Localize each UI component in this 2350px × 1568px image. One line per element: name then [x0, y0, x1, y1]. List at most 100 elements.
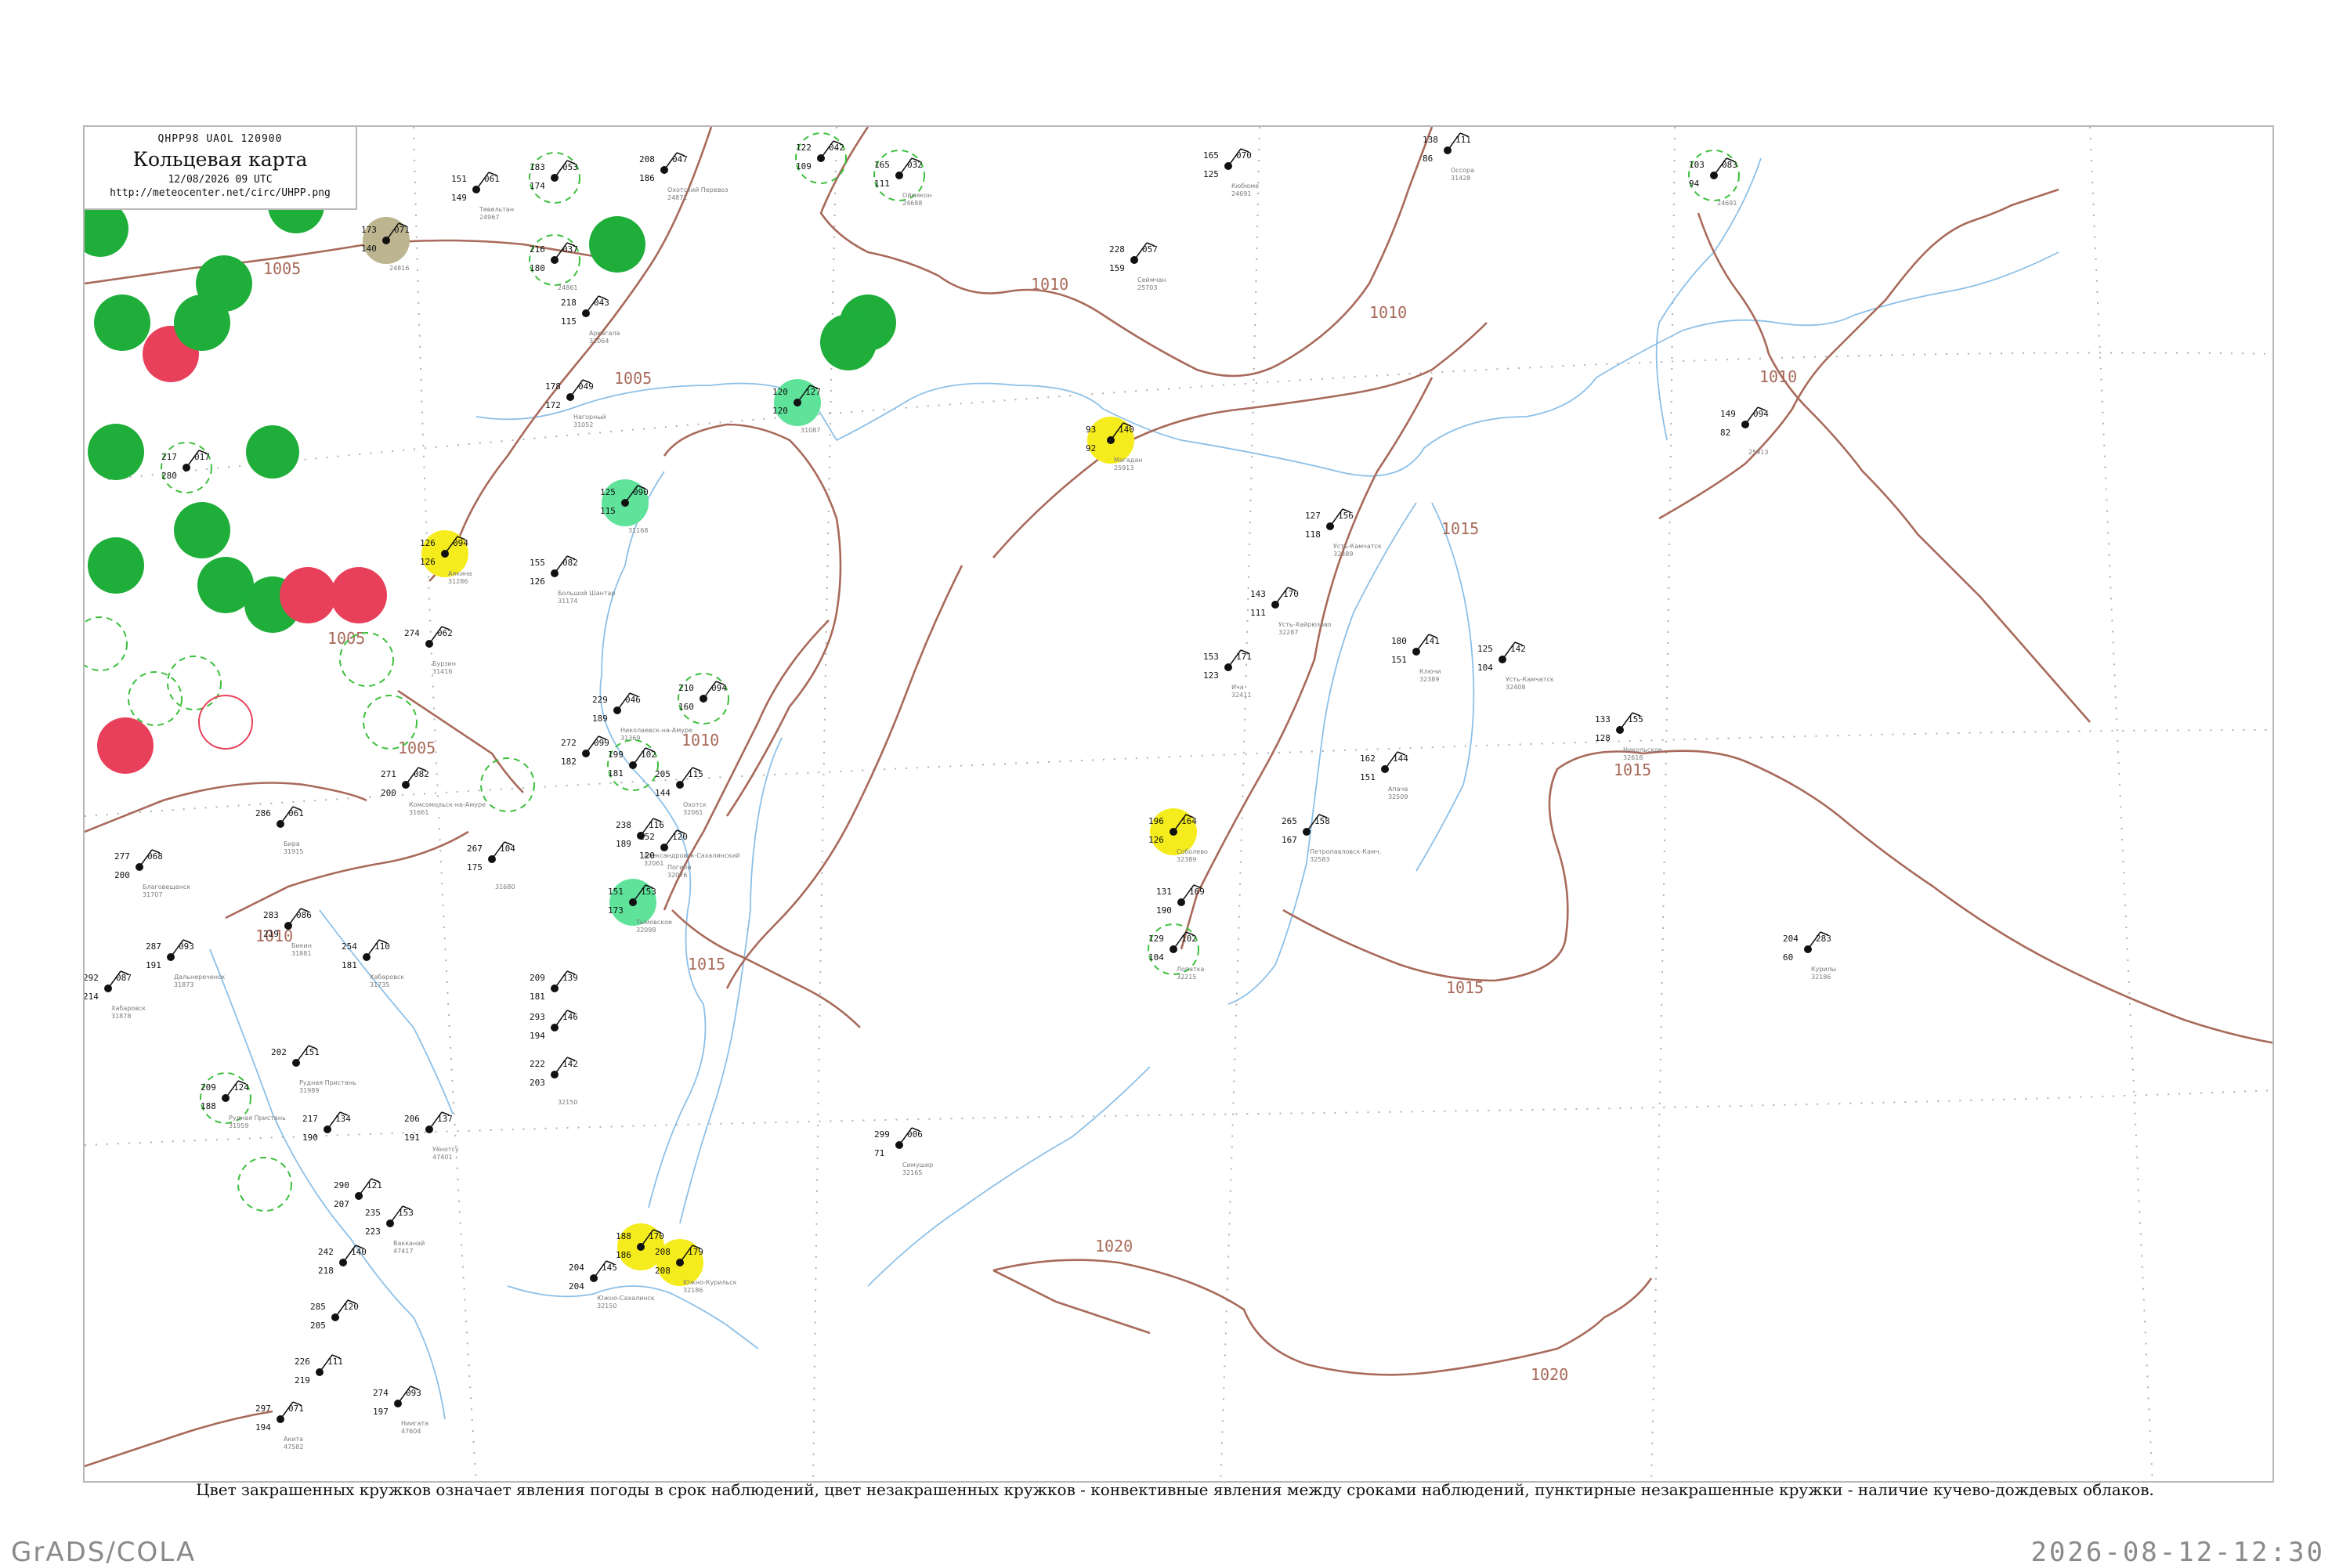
weather-map: 1005 1005 1005 1005 1010 1010 1010 1010 …	[83, 125, 2274, 1483]
station-pressure: 151	[304, 1047, 320, 1057]
station-dewpoint: 159	[1109, 263, 1125, 273]
station-plot: 208 047 186 Охотский Перевоз24871	[639, 152, 728, 201]
station-pressure: 120	[672, 832, 688, 842]
station-dewpoint: 181	[342, 960, 357, 970]
station-plot: 206 137 191 Уёнотсу47401	[404, 1111, 459, 1161]
station-dewpoint: 200	[381, 788, 396, 798]
station-temperature: 222	[530, 1059, 545, 1069]
isobar-label: 1020	[1531, 1365, 1568, 1384]
station-dewpoint: 182	[561, 757, 577, 767]
station-temperature: 272	[561, 738, 577, 748]
station-plot: 286 061 Бира31915	[255, 806, 304, 855]
station-plot: 297 071 194 Акита47582	[255, 1401, 304, 1451]
station-id: 31416	[432, 668, 452, 675]
station-dewpoint: 180	[530, 263, 545, 273]
station-id: 24688	[902, 200, 922, 207]
station-name: Оймякон	[902, 192, 931, 199]
station-id: 32150	[597, 1302, 616, 1310]
thunder-circle	[280, 567, 336, 623]
station-temperature: 271	[381, 769, 396, 779]
cb-ring	[237, 1157, 292, 1212]
station-id: 47401	[432, 1154, 452, 1161]
station-name: Сеймчан	[1137, 276, 1166, 284]
station-plot: 180 141 151 Ключи32389	[1391, 634, 1441, 683]
station-dewpoint: 104	[1477, 663, 1493, 673]
station-pressure: 140	[351, 1247, 367, 1257]
station-pressure: 142	[562, 1059, 578, 1069]
station-id: 47417	[393, 1248, 413, 1255]
station-plot: 151 153 173 Тымовское32098	[608, 879, 672, 934]
station-temperature: 196	[1148, 816, 1164, 826]
station-plot: 204 283 60 Курилы32186	[1783, 931, 1836, 981]
station-dewpoint: 126	[420, 557, 436, 567]
station-name: Большой Шантар	[558, 590, 616, 597]
station-pressure: 017	[194, 452, 210, 462]
station-id: 32061	[683, 809, 703, 816]
station-dewpoint: 167	[1282, 835, 1297, 845]
station-dewpoint: 151	[1391, 655, 1407, 665]
station-dewpoint: 109	[796, 161, 812, 172]
station-temperature: 254	[342, 941, 357, 952]
station-temperature: 93	[1086, 425, 1096, 435]
station-pressure: 094	[453, 538, 468, 548]
station-dewpoint: 207	[334, 1199, 349, 1209]
station-pressure: 120	[343, 1302, 359, 1312]
station-dewpoint: 172	[545, 400, 561, 410]
station-plot: 125 090 115 31168	[600, 479, 649, 534]
isobar-label: 1015	[1446, 978, 1484, 997]
station-dewpoint: 219	[263, 929, 279, 939]
station-id: 32408	[1506, 684, 1525, 691]
station-plot: 217 017 280	[161, 442, 212, 493]
station-plot: 271 082 200 Комсомольск-на-Амуре31661	[381, 767, 486, 816]
station-dewpoint: 186	[639, 173, 655, 183]
station-dewpoint: 204	[569, 1281, 584, 1292]
station-dewpoint: 190	[1156, 905, 1172, 916]
station-pressure: 158	[1314, 816, 1330, 826]
station-pressure: 170	[649, 1231, 664, 1241]
station-name: Уёнотсу	[432, 1146, 459, 1153]
rain-circle	[174, 502, 230, 558]
station-dewpoint: 86	[1423, 154, 1433, 164]
station-plot: 196 164 126 Соболево32389	[1148, 808, 1208, 863]
station-plot: 222 142 203 32150	[530, 1057, 578, 1106]
thunder-ring	[198, 695, 253, 750]
station-dewpoint: 191	[404, 1133, 420, 1143]
station-temperature: 287	[146, 941, 161, 952]
station-id: 31707	[143, 891, 162, 898]
station-name: Рудная Пристань	[299, 1079, 356, 1086]
station-pressure: 086	[296, 910, 312, 920]
station-id: 31959	[229, 1122, 248, 1129]
station-name: Погиби	[667, 864, 691, 871]
station-dewpoint: 190	[302, 1133, 318, 1143]
station-pressure: 139	[562, 973, 578, 983]
station-pressure: 090	[633, 487, 649, 497]
isobar-label: 1015	[688, 955, 725, 974]
station-dewpoint: 223	[365, 1227, 381, 1237]
map-datetime: 12/08/2026 09 UTC	[168, 174, 273, 186]
station-name: Охотск	[683, 801, 707, 808]
station-id: 24861	[558, 284, 577, 291]
station-pressure: 171	[1236, 652, 1252, 662]
station-id: 31661	[409, 809, 428, 816]
station-name: Рудная Пристань	[229, 1115, 286, 1122]
station-temperature: 235	[365, 1208, 381, 1218]
station-plot: 153 171 123 Ича32411	[1203, 649, 1252, 699]
station-temperature: 162	[1360, 753, 1376, 764]
station-id: 24967	[479, 214, 499, 221]
station-temperature: 165	[874, 160, 890, 170]
station-pressure: 087	[116, 973, 132, 983]
isobar-label: 1010	[1759, 367, 1797, 386]
station-id: 31168	[628, 527, 648, 534]
station-temperature: 299	[874, 1129, 890, 1140]
station-temperature: 126	[420, 538, 436, 548]
station-pressure: 057	[1142, 244, 1158, 255]
station-pressure: 156	[1338, 511, 1354, 521]
station-dewpoint: 174	[530, 181, 545, 191]
station-plot: 287 093 191 Дальнереченск31873	[146, 939, 225, 988]
station-dewpoint: 194	[530, 1031, 545, 1041]
station-name: Нагорный	[573, 414, 606, 421]
station-temperature: 149	[1720, 409, 1736, 419]
station-name: Хабаровск	[370, 974, 404, 981]
station-plot: 216 037 180 24861	[529, 234, 580, 291]
thunder-circle	[331, 567, 387, 623]
